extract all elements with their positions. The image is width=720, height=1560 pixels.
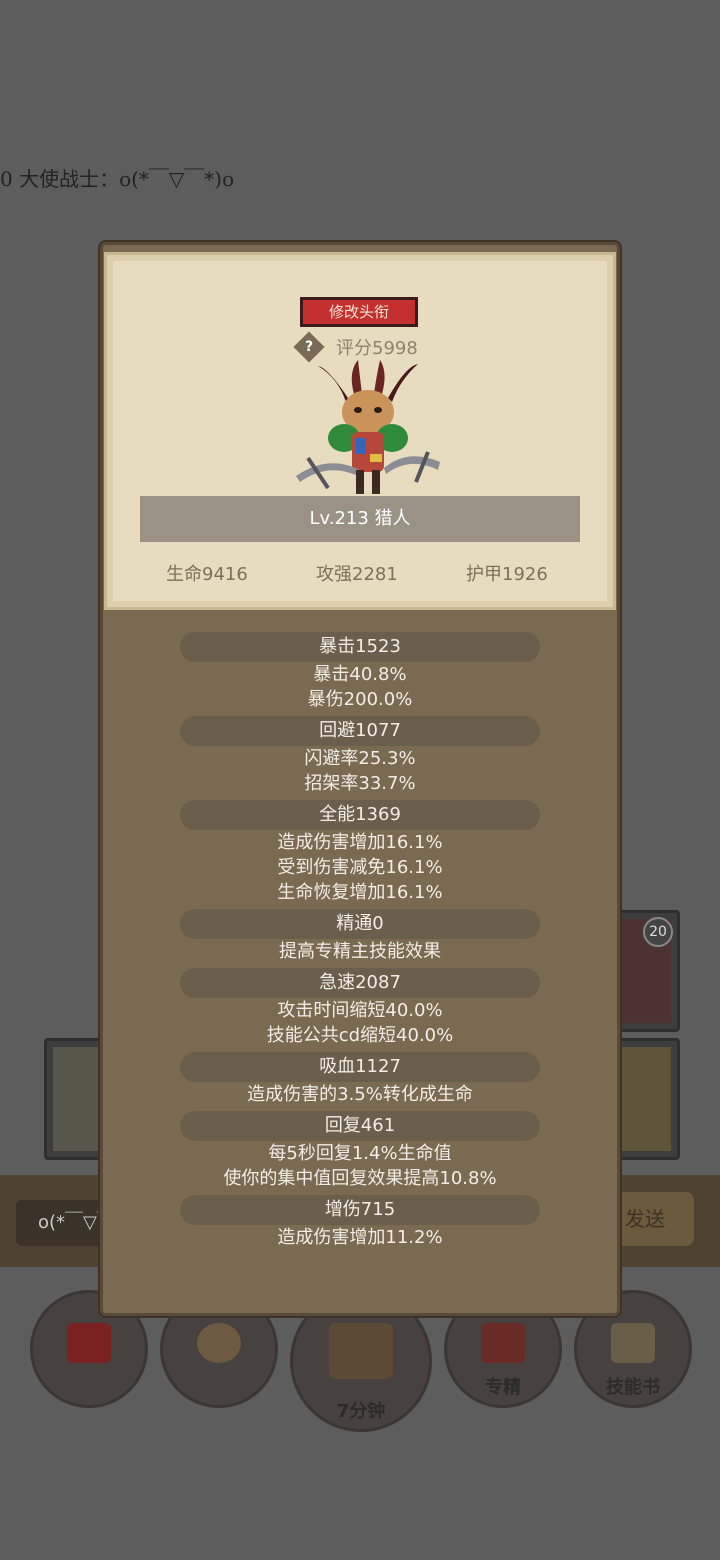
attribute-detail: 暴伤200.0%: [307, 689, 413, 710]
chest-timer: 7分钟: [336, 1401, 386, 1422]
attack-power-stat: 攻强2281: [316, 564, 398, 585]
specialization-icon: [481, 1323, 525, 1363]
score-label: 评分5998: [336, 338, 418, 359]
attribute-detail: 生命恢复增加16.1%: [277, 882, 443, 903]
hunter-character-sprite: [296, 360, 440, 494]
attribute-detail: 闪避率25.3%: [304, 748, 416, 769]
skill-book-icon: [611, 1323, 655, 1363]
attribute-header: 吸血1127: [180, 1052, 540, 1082]
attribute-detail: 使你的集中值回复效果提高10.8%: [223, 1168, 497, 1189]
attribute-detail: 攻击时间缩短40.0%: [277, 1000, 443, 1021]
attribute-header: 回避1077: [180, 716, 540, 746]
attribute-detail: 造成伤害的3.5%转化成生命: [247, 1084, 473, 1105]
chest-icon: [329, 1323, 393, 1379]
equipment-slot-right[interactable]: [612, 1038, 680, 1160]
attribute-detail: 招架率33.7%: [304, 773, 416, 794]
weapon-icon: [53, 1047, 103, 1151]
chat-message: 0 大使战士：o(*￣▽￣*)o: [0, 167, 235, 191]
attribute-detail: 受到伤害减免16.1%: [277, 857, 443, 878]
equipment-slot-top-right[interactable]: 20: [612, 910, 680, 1032]
attribute-detail: 提高专精主技能效果: [279, 941, 441, 962]
attribute-detail: 造成伤害增加16.1%: [277, 832, 443, 853]
armor-stat: 护甲1926: [466, 564, 548, 585]
attribute-detail: 暴击40.8%: [313, 664, 407, 685]
attribute-header: 增伤715: [180, 1195, 540, 1225]
hp-stat: 生命9416: [166, 564, 248, 585]
attribute-header: 精通0: [180, 909, 540, 939]
bread-icon: [197, 1323, 241, 1363]
potion-icon: [67, 1323, 111, 1363]
attribute-list: 暴击1523 暴击40.8% 暴伤200.0% 回避1077 闪避率25.3% …: [100, 632, 620, 1250]
attribute-detail: 造成伤害增加11.2%: [277, 1227, 443, 1248]
attribute-header: 暴击1523: [180, 632, 540, 662]
slot-count-badge: 20: [643, 917, 673, 947]
attribute-detail: 每5秒回复1.4%生命值: [268, 1143, 452, 1164]
weapon-icon: [621, 1047, 671, 1151]
edit-title-button[interactable]: 修改头衔: [300, 297, 418, 327]
attribute-header: 全能1369: [180, 800, 540, 830]
attribute-header: 急速2087: [180, 968, 540, 998]
attribute-detail: 技能公共cd缩短40.0%: [266, 1025, 454, 1046]
attribute-header: 回复461: [180, 1111, 540, 1141]
level-class-banner: Lv.213 猎人: [140, 496, 580, 542]
